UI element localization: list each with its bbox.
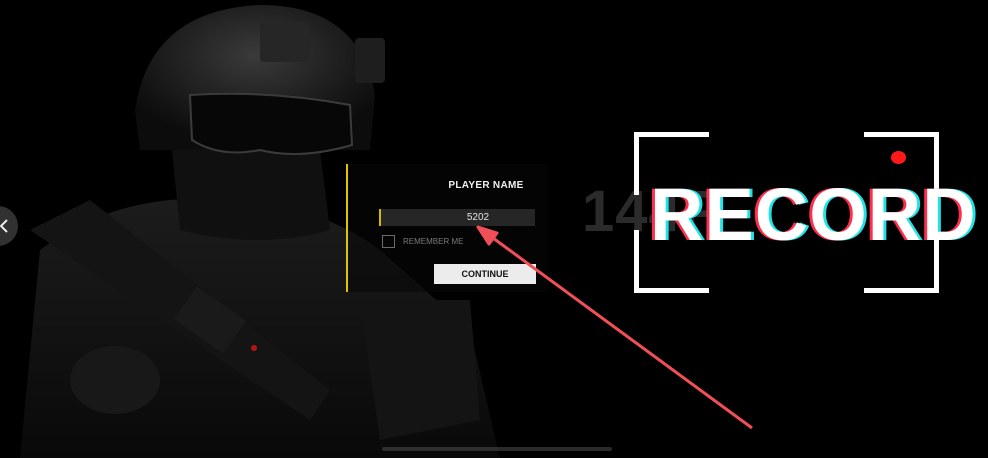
continue-button[interactable]: CONTINUE bbox=[434, 264, 536, 284]
remember-me-checkbox[interactable] bbox=[382, 235, 395, 248]
player-name-input[interactable] bbox=[379, 209, 535, 226]
login-panel: PLAYER NAME REMEMBER ME CONTINUE bbox=[346, 164, 548, 292]
record-logo-text: RECORD bbox=[650, 173, 977, 256]
bottom-scroll-bar bbox=[382, 447, 612, 451]
remember-me-label: REMEMBER ME bbox=[403, 237, 464, 246]
game-login-screen: 144P RECORD PLAYER NAME REMEMBER ME CONT… bbox=[0, 0, 988, 458]
player-name-heading: PLAYER NAME bbox=[448, 180, 524, 191]
record-dot-icon bbox=[891, 151, 906, 164]
chevron-left-icon bbox=[0, 219, 8, 233]
